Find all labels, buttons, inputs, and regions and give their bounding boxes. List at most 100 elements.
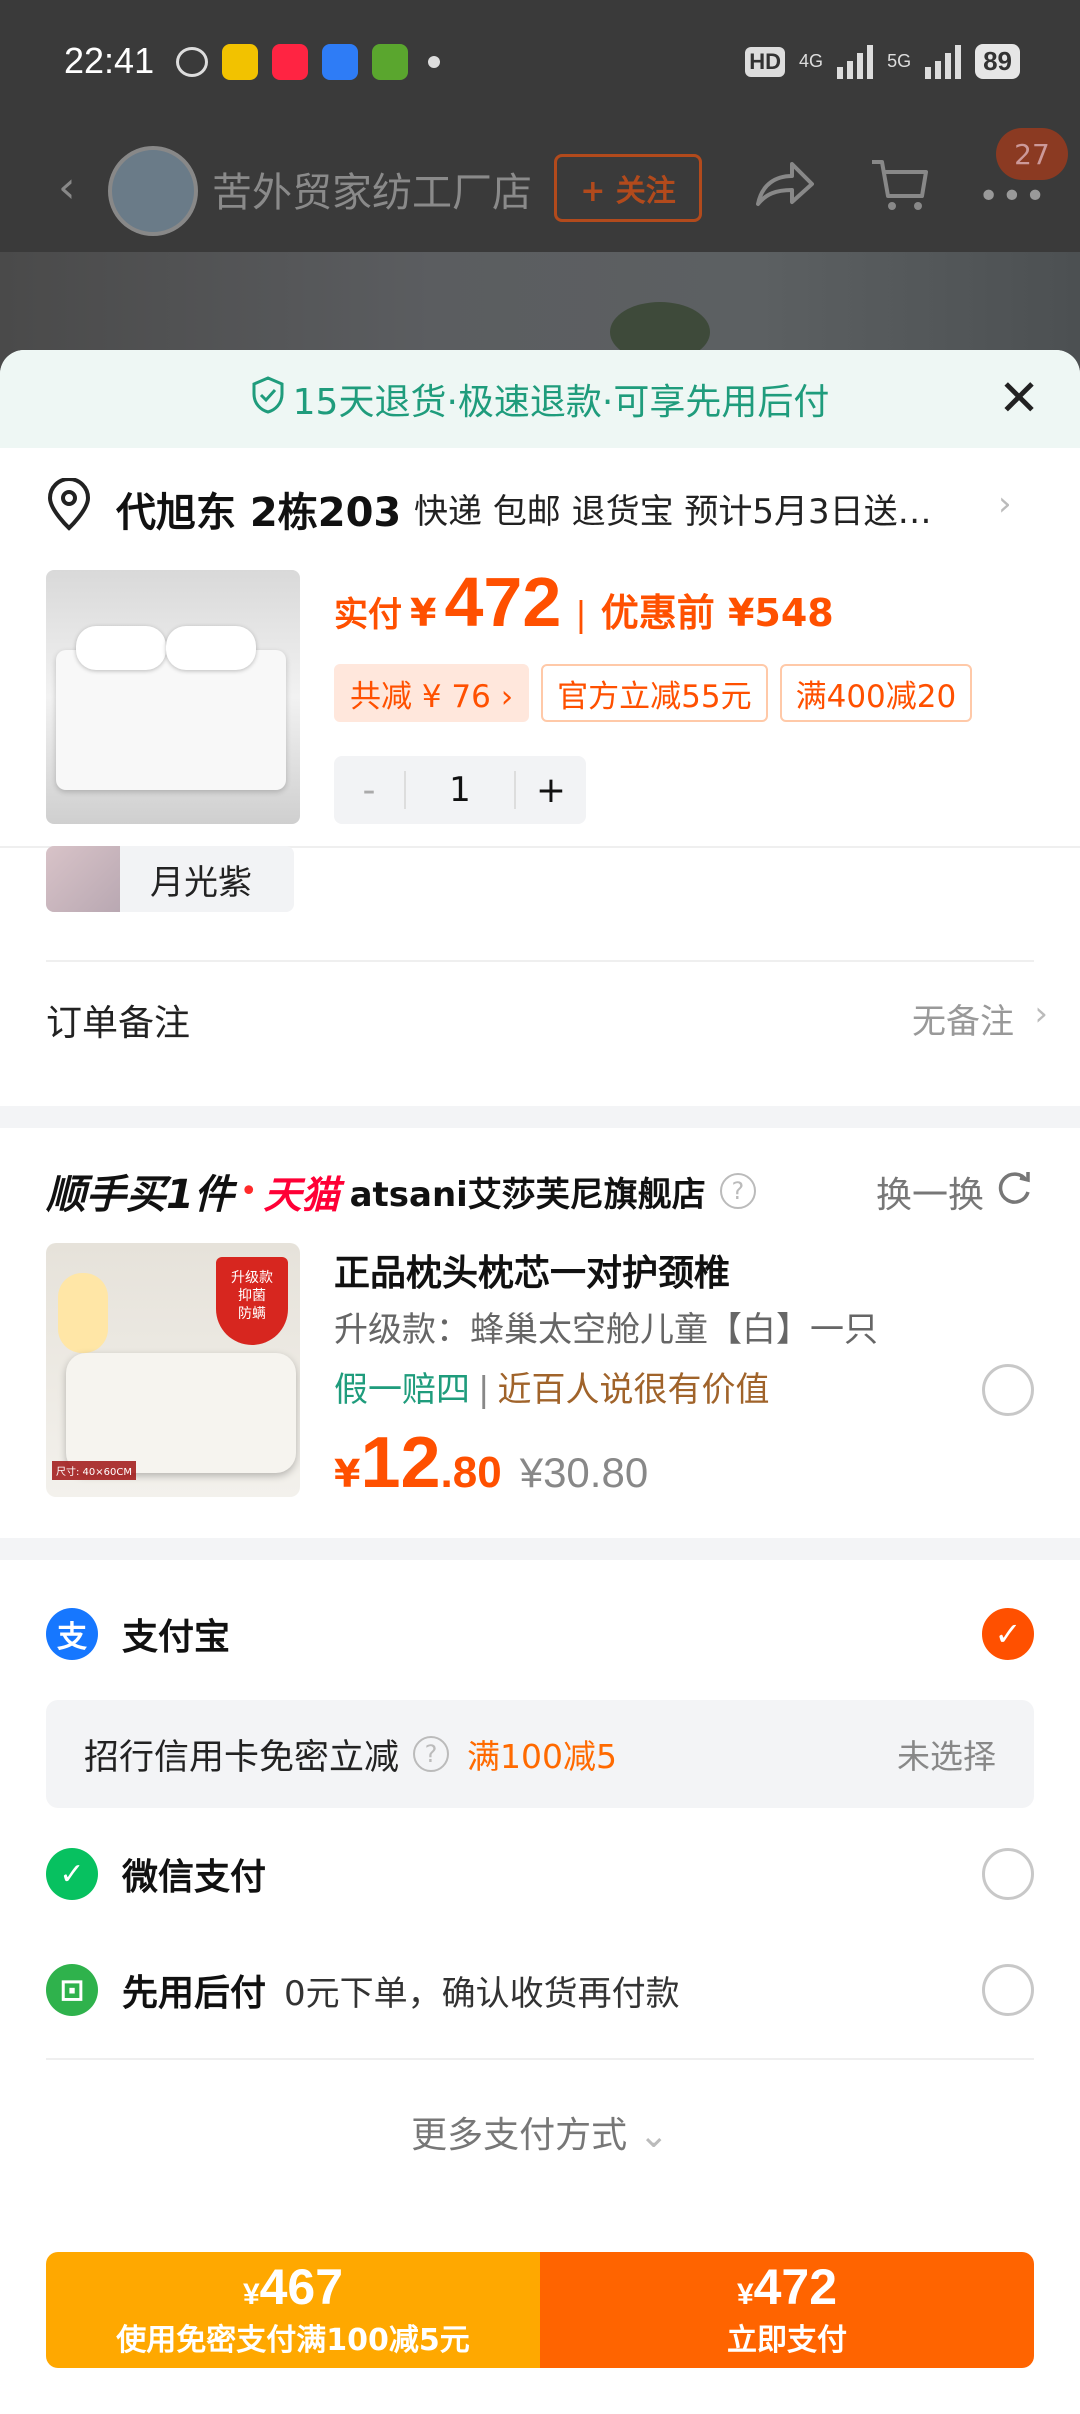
price-symbol: ¥ [334, 1452, 361, 1496]
card-offer-label: 招行信用卡免密立减 [84, 1737, 400, 1778]
help-icon[interactable]: ? [413, 1736, 450, 1772]
wechat-pay-icon: ✓ [46, 1848, 98, 1900]
recommendation-header: 顺手买1件 • 天猫 atsani艾莎芙尼旗舰店 ? 换一换 [46, 1156, 1034, 1226]
cart-count-badge: 27 [996, 128, 1068, 180]
status-time: 22:41 [64, 40, 155, 81]
review-summary: 近百人说很有价值 [497, 1370, 770, 1410]
product-size-label: 尺寸: 40×60CM [52, 1461, 136, 1480]
pay-later-radio[interactable] [982, 1964, 1034, 2016]
currency-symbol: ¥ [410, 591, 437, 635]
follow-button[interactable]: + 关注 [554, 154, 702, 222]
separator-dot: • [239, 1173, 258, 1209]
quick-pay-label: 使用免密支付满100减5元 [116, 2323, 470, 2358]
divider [46, 960, 1034, 962]
section-gap [0, 1538, 1080, 1560]
credit-card-offer[interactable]: 招行信用卡免密立减 ? 满100减5 未选择 [46, 1700, 1034, 1808]
shop-name[interactable]: 苦外贸家纺工厂店 [212, 160, 532, 218]
wechat-notification-icon [176, 47, 208, 77]
address-recipient: 代旭东 2栋203 [116, 490, 402, 536]
order-note-label: 订单备注 [46, 1003, 191, 1044]
address-row[interactable]: 代旭东 2栋203 快递 包邮 退货宝 预计5月3日送… › [0, 470, 1080, 540]
close-icon[interactable]: ✕ [998, 373, 1040, 423]
actual-price: 472 [444, 563, 562, 641]
wechat-radio[interactable] [982, 1848, 1034, 1900]
return-policy-text: 15天退货·极速退款·可享先用后付 [292, 382, 830, 423]
divider [46, 2058, 1034, 2060]
recommend-brand: 顺手买1件 [46, 1172, 234, 1218]
actual-pay-label: 实付 [334, 595, 402, 635]
product-image-badge: 升级款 抑菌 防螨 [216, 1257, 288, 1345]
variant-option[interactable]: 月光紫 [46, 846, 294, 912]
pay-later-label: 先用后付 [122, 1973, 267, 2014]
help-icon[interactable]: ? [719, 1173, 756, 1209]
original-price: 优惠前 ¥548 [600, 591, 834, 635]
price-divider: | [575, 595, 587, 635]
more-notifications-dot [428, 56, 440, 68]
payment-option-alipay[interactable]: 支 支付宝 [46, 1604, 1034, 1664]
shop-header: ‹ 苦外贸家纺工厂店 + 关注 ••• 27 [0, 128, 1080, 240]
cart-icon[interactable] [870, 158, 930, 218]
app-notification-icon-2 [322, 44, 358, 80]
recommended-product-image[interactable]: 升级款 抑菌 防螨 尺寸: 40×60CM [46, 1243, 300, 1497]
pay-now-amount: ¥472 [736, 2259, 838, 2315]
location-pin-icon [46, 477, 92, 536]
variant-thumbnail [46, 846, 120, 912]
recommended-price: ¥ 12 .80 ¥30.80 [334, 1422, 648, 1504]
guarantee-text: 假一赔四 [334, 1370, 470, 1410]
more-icon[interactable]: ••• [978, 176, 1048, 217]
recommended-product-highlights: 假一赔四 | 近百人说很有价值 [334, 1370, 770, 1410]
alipay-icon: 支 [46, 1608, 98, 1660]
chevron-right-icon: › [998, 484, 1012, 524]
signal-icon-2 [925, 44, 962, 79]
increase-button[interactable]: + [516, 770, 586, 811]
more-payment-methods[interactable]: 更多支付方式 ⌄ [0, 2106, 1080, 2158]
official-discount-tag: 官方立减55元 [541, 664, 768, 722]
decrease-button[interactable]: - [334, 770, 404, 811]
payment-option-wechat[interactable]: ✓ 微信支付 [46, 1844, 1034, 1904]
swap-button[interactable]: 换一换 [876, 1166, 1034, 1218]
discount-tags: 共减 ¥ 76 › 官方立减55元 满400减20 [334, 664, 973, 722]
add-recommended-radio[interactable] [982, 1364, 1034, 1416]
chevron-right-icon: › [1034, 994, 1048, 1034]
quantity-stepper: - 1 + [334, 756, 586, 824]
variant-label: 月光紫 [150, 862, 252, 903]
quick-pay-button[interactable]: ¥467 使用免密支付满100减5元 [46, 2252, 540, 2368]
status-indicators: HD 4G 5G 89 [745, 44, 1020, 79]
shop-avatar[interactable] [108, 146, 198, 236]
order-note-row[interactable]: 订单备注 无备注 › [46, 982, 1048, 1052]
section-gap [0, 1106, 1080, 1128]
payment-option-pay-later[interactable]: ⊡ 先用后付 0元下单，确认收货再付款 [46, 1960, 1034, 2020]
recommended-original-price: ¥30.80 [519, 1449, 649, 1496]
signal-icon [837, 44, 874, 79]
recommended-product-variant: 升级款：蜂巢太空舱儿童【白】一只 [334, 1310, 878, 1350]
pay-later-description: 0元下单，确认收货再付款 [284, 1973, 680, 2014]
threshold-discount-tag: 满400减20 [779, 664, 973, 722]
pay-now-button[interactable]: ¥472 立即支付 [540, 2252, 1034, 2368]
price-integer: 12 [360, 1423, 441, 1503]
network-5g-label: 5G [887, 51, 912, 71]
status-bar: 22:41 HD 4G 5G 89 [0, 0, 1080, 120]
price-row: 实付 ¥ 472 | 优惠前 ¥548 [334, 562, 834, 642]
tmall-logo: 天猫 [263, 1172, 340, 1217]
alipay-label: 支付宝 [122, 1617, 231, 1658]
checkout-sheet: 15天退货·极速退款·可享先用后付 ✕ 代旭东 2栋203 快递 包邮 退货宝 … [0, 350, 1080, 2414]
quantity-value[interactable]: 1 [404, 771, 516, 809]
recommended-product-title[interactable]: 正品枕头枕芯一对护颈椎 [334, 1244, 730, 1296]
swap-label: 换一换 [875, 1175, 984, 1216]
back-arrow-icon[interactable]: ‹ [58, 162, 76, 213]
chevron-down-icon: ⌄ [638, 2115, 669, 2156]
store-name[interactable]: atsani艾莎芙尼旗舰店 [350, 1167, 706, 1216]
alipay-radio-selected[interactable]: ✓ [982, 1608, 1034, 1660]
total-discount-tag[interactable]: 共减 ¥ 76 › [334, 664, 530, 722]
game-notification-icon [372, 44, 408, 80]
share-icon[interactable] [754, 160, 814, 214]
pay-now-label: 立即支付 [727, 2323, 847, 2358]
order-note-value: 无备注 [912, 1002, 1014, 1042]
network-4g-label: 4G [799, 51, 824, 71]
return-policy-banner: 15天退货·极速退款·可享先用后付 ✕ [0, 350, 1080, 448]
status-notification-icons [176, 44, 440, 80]
more-payment-label: 更多支付方式 [411, 2115, 628, 2156]
wechat-pay-label: 微信支付 [122, 1857, 267, 1898]
bottom-pay-bar: ¥467 使用免密支付满100减5元 ¥472 立即支付 [46, 2252, 1034, 2368]
card-offer-value: 未选择 [897, 1737, 996, 1776]
